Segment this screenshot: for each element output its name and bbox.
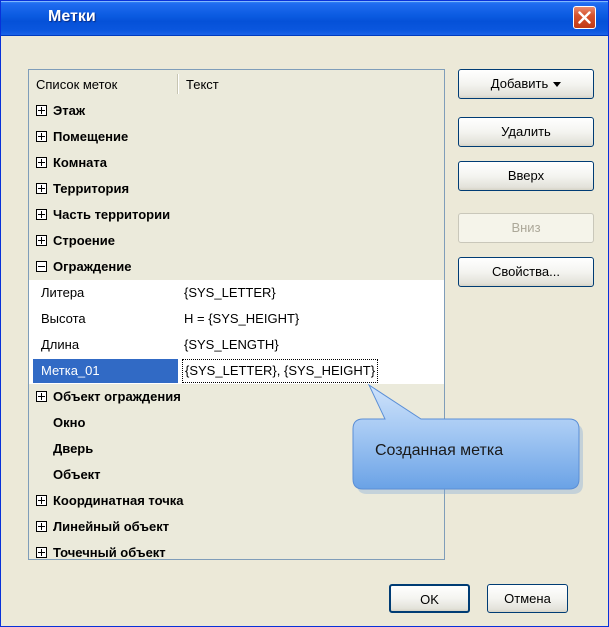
- group-label: Этаж: [53, 103, 86, 118]
- item-name: Метка_01: [41, 363, 100, 378]
- group-label: Помещение: [53, 129, 129, 144]
- column-divider[interactable]: [177, 74, 178, 94]
- close-button[interactable]: [573, 6, 596, 29]
- list-item[interactable]: Длина {SYS_LENGTH}: [29, 332, 444, 358]
- group-label: Окно: [53, 415, 86, 430]
- group-label: Координатная точка: [53, 493, 184, 508]
- plus-box-icon[interactable]: [36, 157, 47, 168]
- group-label: Объект ограждения: [53, 389, 181, 404]
- item-name: Высота: [41, 311, 86, 326]
- group-label: Ограждение: [53, 259, 132, 274]
- delete-button[interactable]: Удалить: [458, 117, 594, 147]
- plus-box-icon[interactable]: [36, 131, 47, 142]
- move-up-button-label: Вверх: [507, 168, 545, 183]
- add-button[interactable]: Добавить: [458, 69, 594, 99]
- plus-box-icon[interactable]: [36, 235, 47, 246]
- plus-box-icon[interactable]: [36, 391, 47, 402]
- close-icon: [578, 11, 591, 24]
- ok-button[interactable]: OK: [389, 584, 470, 613]
- item-name: Длина: [41, 337, 80, 352]
- item-text: {SYS_LENGTH}: [184, 337, 279, 352]
- move-down-button-label: Вниз: [511, 220, 541, 235]
- group-label: Территория: [53, 181, 130, 196]
- item-text-editor[interactable]: {SYS_LETTER}, {SYS_HEIGHT}: [182, 359, 379, 383]
- plus-box-icon[interactable]: [36, 183, 47, 194]
- group-label: Часть территории: [53, 207, 171, 222]
- group-label: Дверь: [53, 441, 94, 456]
- group-row-stroenie[interactable]: Строение: [29, 228, 444, 254]
- move-up-button[interactable]: Вверх: [458, 161, 594, 191]
- title-bar[interactable]: Метки: [1, 1, 608, 36]
- item-text: H = {SYS_HEIGHT}: [184, 311, 300, 326]
- delete-button-label: Удалить: [501, 124, 551, 139]
- plus-box-icon[interactable]: [36, 209, 47, 220]
- item-name: Литера: [41, 285, 85, 300]
- group-row-komnata[interactable]: Комната: [29, 150, 444, 176]
- group-row-etazh[interactable]: Этаж: [29, 98, 444, 124]
- plus-box-icon[interactable]: [36, 521, 47, 532]
- cancel-button[interactable]: Отмена: [487, 584, 568, 613]
- window-title: Метки: [48, 8, 96, 25]
- group-label: Объект: [53, 467, 101, 482]
- move-down-button[interactable]: Вниз: [458, 213, 594, 243]
- minus-box-icon[interactable]: [36, 261, 47, 272]
- group-row-territoriya[interactable]: Территория: [29, 176, 444, 202]
- group-label: Линейный объект: [53, 519, 170, 534]
- item-text: {SYS_LETTER}: [184, 285, 276, 300]
- add-button-label: Добавить: [490, 76, 549, 91]
- column-header-text[interactable]: Текст: [186, 77, 219, 92]
- properties-button-label: Свойства...: [492, 264, 560, 279]
- group-row-tochechny-obekt[interactable]: Точечный объект: [29, 540, 444, 560]
- group-row-pomeshchenie[interactable]: Помещение: [29, 124, 444, 150]
- plus-box-icon[interactable]: [36, 547, 47, 558]
- list-item[interactable]: Высота H = {SYS_HEIGHT}: [29, 306, 444, 332]
- labels-dialog: Метки Список меток Текст Этаж Помещение …: [0, 0, 609, 627]
- properties-button[interactable]: Свойства...: [458, 257, 594, 287]
- group-label: Точечный объект: [53, 545, 166, 560]
- group-row-ograzhdenie[interactable]: Ограждение: [29, 254, 444, 280]
- ok-button-label: OK: [420, 592, 439, 607]
- group-label: Комната: [53, 155, 107, 170]
- list-header: Список меток Текст: [29, 70, 444, 99]
- cancel-button-label: Отмена: [504, 591, 551, 606]
- group-label: Строение: [53, 233, 115, 248]
- column-header-labels[interactable]: Список меток: [36, 77, 117, 92]
- group-row-lineyny-obekt[interactable]: Линейный объект: [29, 514, 444, 540]
- callout-text: Созданная метка: [375, 442, 504, 459]
- plus-box-icon[interactable]: [36, 105, 47, 116]
- callout-balloon: [352, 383, 583, 494]
- plus-box-icon[interactable]: [36, 495, 47, 506]
- list-item[interactable]: Литера {SYS_LETTER}: [29, 280, 444, 306]
- chevron-down-icon: [553, 82, 562, 88]
- group-row-chast-territorii[interactable]: Часть территории: [29, 202, 444, 228]
